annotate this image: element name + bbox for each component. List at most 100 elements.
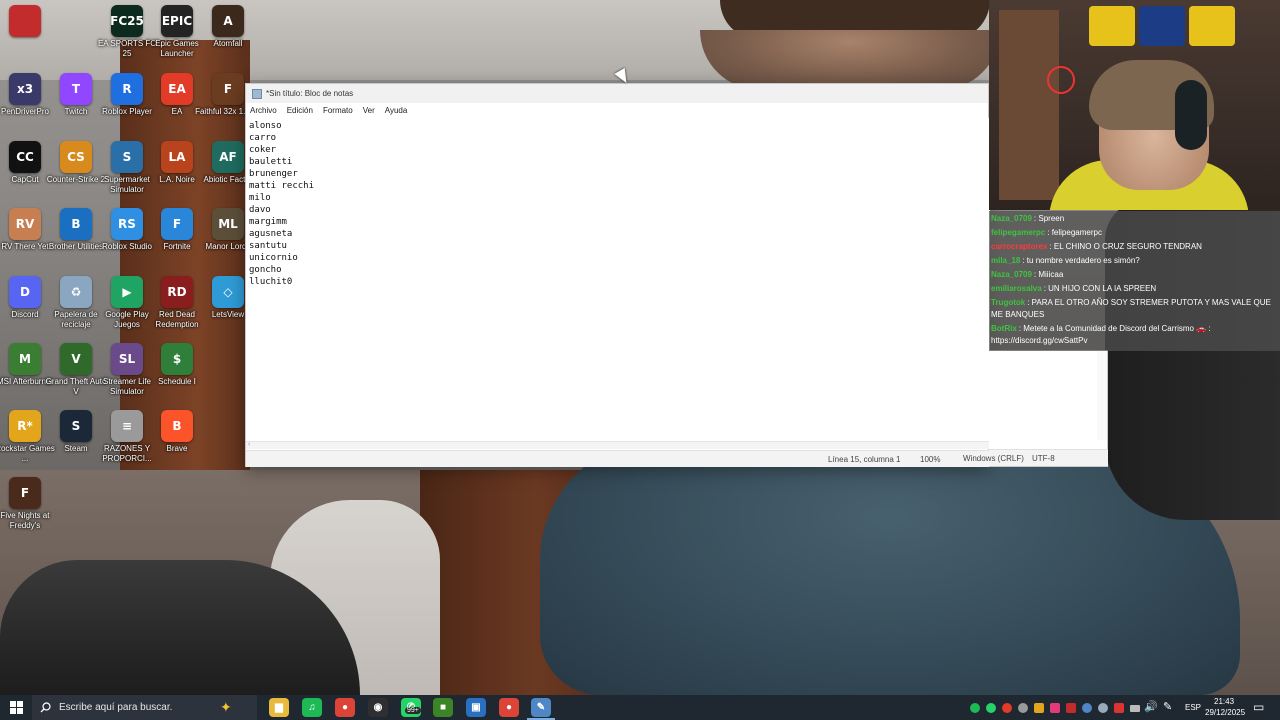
- search-icon: [40, 702, 51, 713]
- tray-app-icon[interactable]: [1050, 703, 1060, 713]
- text-line: bauletti: [249, 157, 293, 167]
- desktop-icon[interactable]: [0, 5, 58, 71]
- obs-taskbar-icon[interactable]: ◉: [368, 698, 388, 717]
- menu-ver[interactable]: Ver: [363, 106, 375, 115]
- tray-app-icon[interactable]: [1082, 703, 1092, 713]
- tray-app-icon[interactable]: [1114, 703, 1124, 713]
- desktop-icon-label: Brave: [166, 444, 188, 453]
- desktop-icon[interactable]: A Atomfall: [195, 5, 261, 71]
- tray-app-icon[interactable]: [1034, 703, 1044, 713]
- minecraft-taskbar-icon[interactable]: ■: [433, 698, 453, 717]
- horizontal-scrollbar[interactable]: ‹: [246, 441, 990, 449]
- chat-text: : felipegamerpc: [1047, 228, 1102, 237]
- whatsapp-tray-icon[interactable]: [986, 703, 996, 713]
- menu-ayuda[interactable]: Ayuda: [385, 106, 408, 115]
- pen-icon[interactable]: ✎: [1163, 700, 1172, 713]
- volume-icon[interactable]: 🔊: [1144, 700, 1158, 713]
- chrome-taskbar-icon[interactable]: ●: [335, 698, 355, 717]
- notepad-taskbar-icon[interactable]: ✎: [531, 698, 551, 717]
- desktop-icon-label: Schedule I: [158, 377, 196, 386]
- chat-username[interactable]: Naza_0709: [991, 214, 1032, 223]
- store-taskbar-icon[interactable]: ▣: [466, 698, 486, 717]
- desktop-icon[interactable]: B Brave: [144, 410, 210, 476]
- text-line: agusneta: [249, 229, 293, 239]
- clock-date[interactable]: 29/12/2025: [1205, 708, 1245, 717]
- wallpaper-face: [700, 30, 1000, 90]
- scroll-left-icon[interactable]: ‹: [248, 441, 250, 448]
- notepad-titlebar[interactable]: *Sin título: Bloc de notas: [246, 84, 988, 103]
- app-icon: RD: [161, 276, 193, 308]
- chat-text: : EL CHINO O CRUZ SEGURO TENDRAN: [1049, 242, 1202, 251]
- menu-edicion[interactable]: Edición: [287, 106, 313, 115]
- app-icon: SL: [111, 343, 143, 375]
- spotify-taskbar-icon[interactable]: ♫: [302, 698, 322, 717]
- app-icon: F: [9, 477, 41, 509]
- chat-text: : UN HIJO CON LA IA SPREEN: [1043, 284, 1157, 293]
- chat-text: : Metete a la Comunidad de Discord del C…: [991, 324, 1211, 345]
- app-icon: EA: [161, 73, 193, 105]
- chat-username[interactable]: Trugotok: [991, 298, 1025, 307]
- notepad-text-area[interactable]: alonso carro coker bauletti brunenger matti r…: [246, 118, 990, 441]
- chat-username[interactable]: carrocraptorex: [991, 242, 1047, 251]
- desktop-icon[interactable]: F Five Nights at Freddy's: [0, 477, 58, 543]
- desktop-icon-label: Five Nights at Freddy's: [0, 511, 50, 530]
- file-explorer-taskbar-icon[interactable]: ▆: [269, 698, 289, 717]
- menu-formato[interactable]: Formato: [323, 106, 353, 115]
- chat-username[interactable]: BotRix: [991, 324, 1017, 333]
- windows-logo-icon: [9, 701, 23, 714]
- app-icon: ♻: [60, 276, 92, 308]
- gear-icon[interactable]: [1098, 703, 1108, 713]
- app-icon: [9, 5, 41, 37]
- tray-app-icon[interactable]: [1018, 703, 1028, 713]
- language-indicator[interactable]: ESP: [1185, 703, 1201, 712]
- taskbar-search-box[interactable]: Escribe aquí para buscar. ✦: [32, 695, 257, 720]
- chat-username[interactable]: mila_18: [991, 256, 1020, 265]
- search-placeholder: Escribe aquí para buscar.: [59, 702, 173, 713]
- app-icon: D: [9, 276, 41, 308]
- app-icon: RS: [111, 208, 143, 240]
- network-icon[interactable]: [1130, 705, 1140, 712]
- spotify-tray-icon[interactable]: [970, 703, 980, 713]
- desktop-icon[interactable]: $ Schedule I: [144, 343, 210, 409]
- app-icon: F: [212, 73, 244, 105]
- app-icon: S: [60, 410, 92, 442]
- app-icon: CC: [9, 141, 41, 173]
- start-button[interactable]: [6, 697, 26, 718]
- vertical-scrollbar[interactable]: [1097, 350, 1107, 440]
- webcam-jersey: [1139, 6, 1185, 46]
- chat-message: emiliarosalva: UN HIJO CON LA IA SPREEN: [991, 283, 1278, 295]
- webcam-shelf: [999, 10, 1059, 200]
- app-icon: ▶: [111, 276, 143, 308]
- app-icon: RV: [9, 208, 41, 240]
- chat-text: : Spreen: [1033, 214, 1065, 223]
- whatsapp-unread-badge: 99+: [405, 707, 421, 714]
- clock-time[interactable]: 21:43: [1214, 697, 1234, 706]
- text-line: coker: [249, 145, 277, 155]
- webcam-jersey: [1089, 6, 1135, 46]
- copilot-sparkle-icon[interactable]: ✦: [220, 699, 232, 716]
- chat-text: : tu nombre verdadero es simón?: [1022, 256, 1140, 265]
- app-icon: LA: [161, 141, 193, 173]
- chat-username[interactable]: emiliarosalva: [991, 284, 1042, 293]
- notification-icon[interactable]: ▭: [1253, 700, 1264, 714]
- chat-message: felipegamerpc: felipegamerpc: [991, 227, 1278, 239]
- app-icon: F: [161, 208, 193, 240]
- webcam-overlay: [989, 0, 1280, 210]
- app-icon: ML: [212, 208, 244, 240]
- chat-username[interactable]: felipegamerpc: [991, 228, 1045, 237]
- text-line: matti recchi: [249, 181, 315, 191]
- webcam-headset: [1175, 80, 1207, 150]
- app-icon: A: [212, 5, 244, 37]
- stream-chat-overlay: Naza_0709: Spreen felipegamerpc: felipega…: [989, 211, 1280, 351]
- chat-username[interactable]: Naza_0709: [991, 270, 1032, 279]
- app-icon: R: [111, 73, 143, 105]
- app-icon: EPIC: [161, 5, 193, 37]
- tray-app-icon[interactable]: [1066, 703, 1076, 713]
- chat-message: carrocraptorex: EL CHINO O CRUZ SEGURO T…: [991, 241, 1278, 253]
- menu-archivo[interactable]: Archivo: [250, 106, 277, 115]
- desktop-icon-label: Atomfall: [213, 39, 243, 48]
- notepad-window[interactable]: *Sin título: Bloc de notas Archivo Edici…: [245, 83, 990, 467]
- chat-message: mila_18: tu nombre verdadero es simón?: [991, 255, 1278, 267]
- ea-tray-icon[interactable]: [1002, 703, 1012, 713]
- chrome-profile-taskbar-icon[interactable]: ●: [499, 698, 519, 717]
